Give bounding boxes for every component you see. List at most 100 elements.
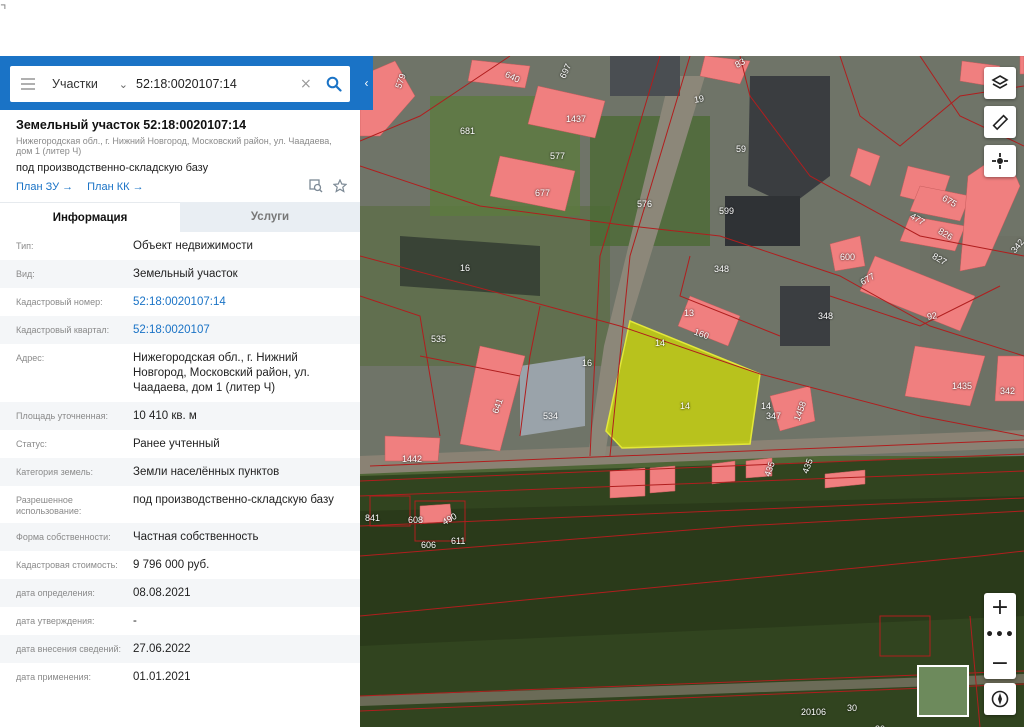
parcel-number-label: 92 bbox=[926, 310, 938, 322]
table-row: Вид: Земельный участок bbox=[0, 260, 360, 288]
top-corner-glyph: ⌝ bbox=[0, 2, 7, 18]
search-input[interactable] bbox=[134, 66, 300, 102]
parcel-number-label: 13 bbox=[684, 308, 695, 318]
row-label: Кадастровый номер: bbox=[16, 297, 103, 307]
zoom-out-button[interactable]: − bbox=[984, 649, 1016, 677]
row-label: Статус: bbox=[16, 439, 47, 449]
plan-zu-link[interactable]: План ЗУ → bbox=[16, 181, 73, 193]
parcel-number-label: 348 bbox=[714, 264, 730, 274]
measure-button[interactable] bbox=[984, 106, 1016, 138]
parcel-number-label: 16 bbox=[582, 358, 593, 368]
parcel-number-label: 841 bbox=[365, 513, 381, 523]
row-value[interactable]: 52:18:0020107:14 bbox=[133, 295, 353, 310]
clear-icon[interactable]: × bbox=[300, 76, 318, 92]
map-satellite-layer bbox=[360, 56, 1024, 727]
parcel-number-label: 1437 bbox=[566, 114, 587, 124]
search-button[interactable] bbox=[318, 66, 350, 102]
tab-services[interactable]: Услуги bbox=[180, 202, 360, 232]
table-row: Категория земель: Земли населённых пункто… bbox=[0, 458, 360, 486]
row-label: Адрес: bbox=[16, 353, 45, 363]
table-row: дата утверждения: - bbox=[0, 607, 360, 635]
row-value: 9 796 000 руб. bbox=[133, 559, 210, 571]
row-label: Кадастровая стоимость: bbox=[16, 560, 118, 570]
row-label: дата внесения сведений: bbox=[16, 644, 121, 654]
parcel-number-label: 16 bbox=[460, 263, 471, 273]
parcel-number-label: 342 bbox=[1000, 386, 1016, 396]
zoom-more-button[interactable]: ••• bbox=[984, 621, 1016, 649]
zoom-to-parcel-icon[interactable] bbox=[309, 179, 323, 198]
row-value: Ранее учтенный bbox=[133, 438, 220, 450]
row-label: Категория земель: bbox=[16, 467, 93, 477]
parcel-number-label: 534 bbox=[543, 411, 559, 421]
plan-kk-link[interactable]: План КК → bbox=[87, 181, 143, 193]
parcel-number-label: 608 bbox=[408, 515, 424, 525]
compass-button[interactable] bbox=[984, 683, 1016, 715]
row-label: Площадь уточненная: bbox=[16, 411, 108, 421]
chevron-down-icon: ⌄ bbox=[118, 77, 128, 91]
table-row: Тип: Объект недвижимости bbox=[0, 232, 360, 260]
chevron-left-icon: ‹ bbox=[364, 76, 369, 90]
row-label: Тип: bbox=[16, 241, 34, 251]
parcel-number-label: 535 bbox=[431, 334, 447, 344]
purpose-text: под производственно-складскую базу bbox=[16, 162, 209, 174]
table-row: Площадь уточненная: 10 410 кв. м bbox=[0, 402, 360, 430]
row-value: 08.08.2021 bbox=[133, 587, 191, 599]
row-value: 27.06.2022 bbox=[133, 643, 191, 655]
crosshair-icon bbox=[992, 153, 1008, 169]
table-row: Кадастровый номер: 52:18:0020107:14 bbox=[0, 288, 360, 316]
row-value: Частная собственность bbox=[133, 531, 259, 543]
row-value[interactable]: 52:18:0020107 bbox=[133, 323, 353, 338]
locate-button[interactable] bbox=[984, 145, 1016, 177]
parcel-number-label: 30 bbox=[847, 703, 858, 713]
parcel-number-label: 576 bbox=[637, 199, 653, 209]
row-label: Кадастровый квартал: bbox=[16, 325, 110, 335]
zoom-controls: + ••• − bbox=[984, 593, 1016, 679]
table-row: дата применения: 01.01.2021 bbox=[0, 663, 360, 691]
zoom-in-button[interactable]: + bbox=[984, 593, 1016, 621]
ruler-icon bbox=[992, 114, 1009, 131]
search-icon bbox=[326, 76, 342, 92]
table-row: дата внесения сведений: 27.06.2022 bbox=[0, 635, 360, 663]
search-type-label: Участки bbox=[52, 77, 98, 91]
parcel-number-label: 14 bbox=[655, 338, 666, 348]
collapse-panel-button[interactable]: ‹ bbox=[360, 56, 373, 110]
parcel-number-label: 611 bbox=[451, 536, 466, 546]
row-value: Нижегородская обл., г. Нижний Новгород, … bbox=[133, 352, 310, 394]
table-row: Разрешенное использование: под производст… bbox=[0, 486, 360, 523]
attribute-table: Тип: Объект недвижимости Вид: Земельный уча… bbox=[0, 232, 360, 691]
row-label: Вид: bbox=[16, 269, 35, 279]
parcel-number-label: 599 bbox=[719, 206, 735, 216]
tab-information[interactable]: Информация bbox=[0, 202, 180, 232]
parcel-number-label: 20106 bbox=[801, 707, 827, 717]
search-box: Участки ⌄ × bbox=[10, 66, 350, 102]
layers-button[interactable] bbox=[984, 67, 1016, 99]
row-value: - bbox=[133, 615, 137, 627]
minimap[interactable] bbox=[917, 665, 969, 717]
table-row: Адрес: Нижегородская обл., г. Нижний Новг… bbox=[0, 344, 360, 402]
parcel-number-label: 577 bbox=[550, 151, 566, 161]
action-icons bbox=[309, 178, 348, 198]
row-value: 01.01.2021 bbox=[133, 671, 191, 683]
parcel-number-label: 1435 bbox=[952, 381, 973, 391]
parcel-number-label: 606 bbox=[421, 540, 437, 550]
row-label: Разрешенное использование: bbox=[16, 495, 82, 516]
parcel-number-label: 19 bbox=[693, 93, 705, 105]
parcel-number-label: 600 bbox=[840, 252, 856, 262]
page-title: Земельный участок 52:18:0020107:14 bbox=[16, 118, 247, 132]
favorite-star-icon[interactable] bbox=[332, 178, 348, 198]
row-label: дата применения: bbox=[16, 672, 92, 682]
row-value: Земли населённых пунктов bbox=[133, 466, 280, 478]
menu-icon[interactable] bbox=[10, 66, 46, 102]
row-label: дата определения: bbox=[16, 588, 95, 598]
table-row: Статус: Ранее учтенный bbox=[0, 430, 360, 458]
row-value: Объект недвижимости bbox=[133, 240, 253, 252]
parcel-number-label: 1442 bbox=[402, 454, 423, 464]
parcel-number-label: 677 bbox=[535, 188, 551, 198]
search-type-select[interactable]: Участки ⌄ bbox=[46, 66, 134, 102]
row-value: 10 410 кв. м bbox=[133, 410, 197, 422]
top-bar: ⌝ bbox=[0, 0, 1024, 56]
parcel-number-label: 14 bbox=[680, 401, 691, 411]
map-view[interactable]: 579 640 697 83 681 1437 577 19 59 677 576 16 599 13 16… bbox=[360, 56, 1024, 727]
plan-links: План ЗУ → План КК → bbox=[16, 181, 144, 193]
row-label: Форма собственности: bbox=[16, 532, 111, 542]
